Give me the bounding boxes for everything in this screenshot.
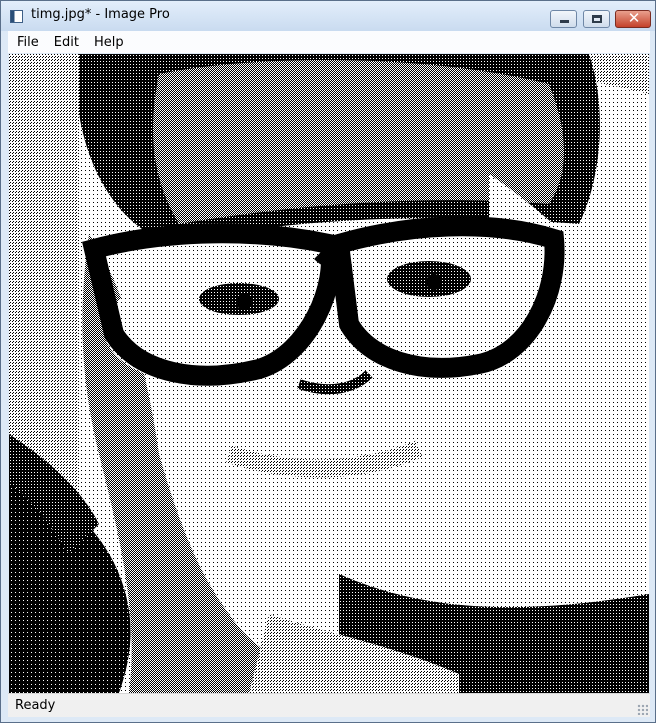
close-icon: ✕: [627, 9, 641, 27]
dithered-image: [9, 54, 649, 693]
maximize-icon: [592, 15, 602, 23]
title-bar[interactable]: timg.jpg* - Image Pro ✕: [1, 1, 655, 31]
menu-file[interactable]: File: [8, 32, 45, 50]
menu-edit[interactable]: Edit: [45, 32, 85, 50]
app-icon[interactable]: [10, 10, 23, 23]
app-window: timg.jpg* - Image Pro ✕ File Edit Help R…: [0, 0, 656, 723]
minimize-button[interactable]: [550, 10, 577, 28]
menu-help[interactable]: Help: [85, 32, 130, 50]
status-text: Ready: [15, 698, 56, 713]
status-bar: Ready: [8, 693, 650, 717]
close-button[interactable]: ✕: [615, 9, 651, 28]
maximize-button[interactable]: [583, 10, 610, 28]
window-title: timg.jpg* - Image Pro: [31, 7, 170, 22]
image-canvas[interactable]: [9, 54, 649, 693]
minimize-icon: [560, 20, 569, 23]
resize-grip-icon[interactable]: [637, 704, 648, 715]
menu-bar: File Edit Help: [8, 31, 650, 53]
